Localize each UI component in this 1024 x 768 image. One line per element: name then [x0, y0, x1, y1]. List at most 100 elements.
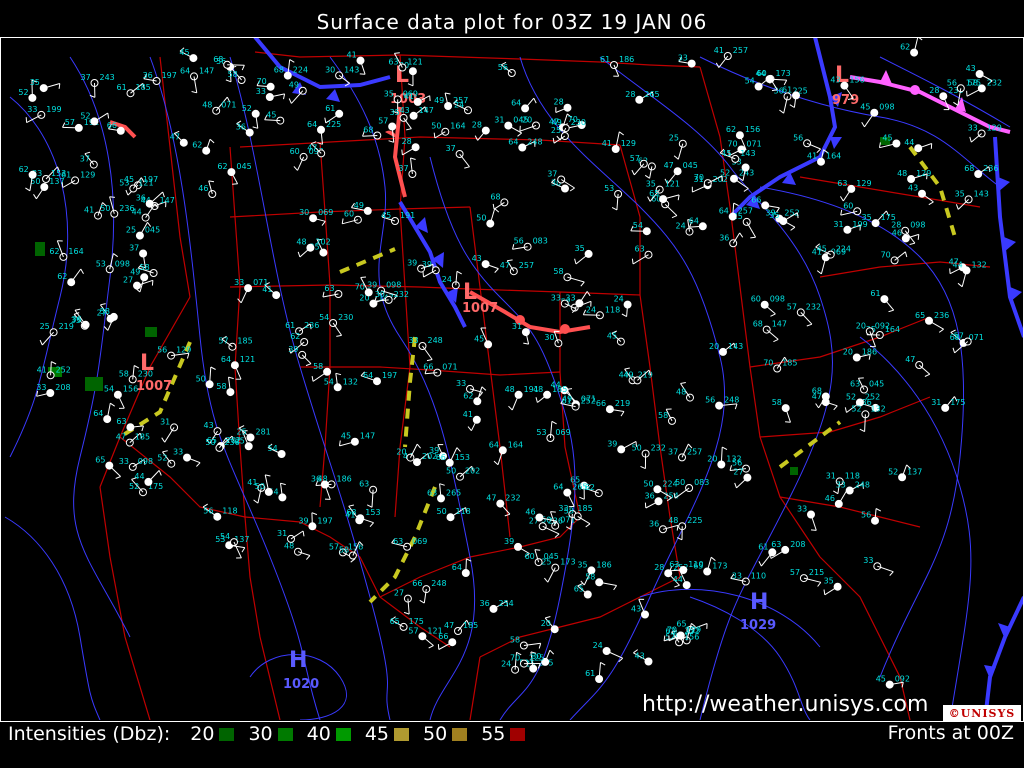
wind-barb-feather — [810, 529, 817, 531]
temperature-value: 65 — [915, 311, 925, 320]
temperature-value: 33 — [968, 124, 978, 133]
pressure-code: 129 — [987, 124, 1002, 133]
temperature-value: 64 — [719, 207, 729, 216]
temperature-value: 68 — [213, 55, 223, 64]
pressure-code: 248 — [724, 396, 739, 405]
wind-barb-feather — [61, 182, 64, 188]
temperature-value: 41 — [37, 365, 47, 374]
temperature-value: 39 — [298, 516, 308, 525]
sky-cover-circle — [140, 273, 149, 282]
pressure-code: 185 — [135, 433, 150, 442]
pressure-code: 069 — [555, 428, 570, 437]
temperature-value: 43 — [635, 652, 645, 661]
temperature-value: 49 — [434, 96, 444, 105]
temperature-value: 70 — [667, 626, 677, 635]
temperature-value: 25 — [237, 428, 247, 437]
temperature-value: 36 — [143, 71, 153, 80]
legend-item: 45 — [365, 723, 410, 745]
pressure-code: 219 — [59, 322, 74, 331]
temperature-value: 70 — [510, 654, 520, 663]
pressure-code: 175 — [950, 398, 965, 407]
temperature-value: 49 — [289, 81, 299, 90]
temperature-value: 36 — [719, 233, 729, 242]
pressure-code: 185 — [577, 504, 592, 513]
temperature-value: 33 — [797, 505, 807, 514]
temperature-value: 53 — [604, 184, 614, 193]
temperature-value: 37 — [129, 244, 139, 253]
temperature-value: 70 — [694, 173, 704, 182]
temperature-value: 70 — [881, 250, 891, 259]
temperature-value: 28 — [654, 563, 664, 572]
pressure-code: 173 — [560, 558, 575, 567]
pressure-code: 243 — [100, 73, 115, 82]
temperature-value: 58 — [140, 263, 150, 272]
high-pressure-value: 1029 — [740, 618, 776, 633]
pressure-code: 118 — [456, 507, 471, 516]
temperature-value: 68 — [363, 126, 373, 135]
temperature-value: 35 — [646, 180, 656, 189]
temperature-value: 33 — [36, 383, 46, 392]
pressure-code: 137 — [907, 467, 922, 476]
legend-swatch — [277, 727, 293, 741]
temperature-value: 58 — [313, 362, 323, 371]
temperature-value: 64 — [508, 138, 518, 147]
pressure-code: 257 — [733, 46, 748, 55]
pressure-code: 147 — [360, 432, 375, 441]
temperature-value: 30 — [299, 208, 309, 217]
pressure-code: 252 — [865, 393, 880, 402]
pressure-code: 230 — [338, 313, 353, 322]
temperature-value: 47 — [444, 621, 454, 630]
temperature-value: 37 — [446, 144, 456, 153]
temperature-value: 47 — [664, 161, 674, 170]
temperature-value: 48 — [676, 388, 686, 397]
temperature-value: 46 — [825, 494, 835, 503]
pressure-code: 173 — [712, 562, 727, 571]
pressure-code: 132 — [726, 455, 741, 464]
pressure-code: 232 — [806, 302, 821, 311]
legend-value: 20 — [190, 723, 215, 745]
temperature-value: 35 — [955, 189, 965, 198]
legend-value: 30 — [248, 723, 273, 745]
temperature-value: 27 — [123, 276, 133, 285]
temperature-value: 57 — [790, 568, 800, 577]
temperature-value: 61 — [61, 170, 71, 179]
temperature-value: 65 — [95, 456, 105, 465]
temperature-value: 57 — [787, 302, 797, 311]
temperature-value: 58 — [216, 382, 226, 391]
temperature-value: 68 — [274, 66, 284, 75]
temperature-value: 35 — [390, 108, 400, 117]
pressure-code: 121 — [138, 179, 153, 188]
temperature-value: 63 — [388, 58, 398, 67]
temperature-value: 36 — [480, 599, 490, 608]
temperature-value: 58 — [564, 506, 574, 515]
wind-barb — [50, 361, 52, 376]
pressure-code: 197 — [382, 371, 397, 380]
pressure-code: 185 — [136, 83, 151, 92]
wind-barb-feather — [422, 271, 424, 278]
temperature-value: 24 — [614, 295, 624, 304]
temperature-value: 31 — [277, 529, 287, 538]
temperature-value: 45 — [882, 134, 892, 143]
temperature-value: 63 — [837, 179, 847, 188]
sky-cover-circle — [230, 538, 238, 547]
temperature-value: 62 — [290, 332, 300, 341]
temperature-value: 41 — [714, 46, 724, 55]
temperature-value: 44 — [756, 69, 766, 78]
temperature-value: 41 — [463, 410, 473, 419]
temperature-value: 52 — [18, 88, 28, 97]
pressure-code: 118 — [605, 305, 620, 314]
temperature-value: 56 — [514, 237, 524, 246]
temperature-value: 50 — [446, 467, 456, 476]
temperature-value: 27 — [733, 468, 743, 477]
temperature-value: 58 — [772, 398, 782, 407]
temperature-value: 64 — [93, 409, 103, 418]
temperature-value: 35 — [384, 89, 394, 98]
temperature-value: 66 — [412, 579, 422, 588]
source-url[interactable]: http://weather.unisys.com — [642, 692, 928, 717]
temperature-value: 52 — [157, 454, 167, 463]
temperature-value: 66 — [438, 632, 448, 641]
temperature-value: 58 — [585, 572, 595, 581]
sky-cover-circle — [245, 128, 254, 137]
pressure-code: 132 — [870, 404, 885, 413]
temperature-value: 33 — [678, 54, 688, 63]
